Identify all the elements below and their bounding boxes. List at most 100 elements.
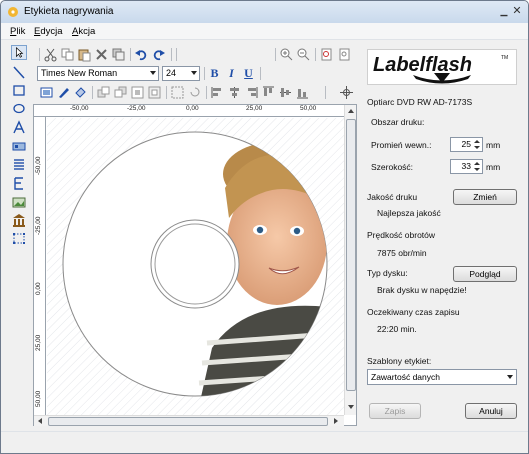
center-on-disc-icon[interactable] — [339, 85, 354, 100]
stepper-down-icon[interactable] — [473, 167, 481, 172]
selection-frame-icon[interactable] — [11, 231, 27, 246]
toolbar-separator — [275, 48, 276, 61]
zoom-in-icon[interactable] — [279, 47, 294, 62]
ellipse-tool-icon[interactable] — [11, 101, 27, 116]
print-quality-label: Jakość druku — [367, 192, 418, 202]
edit-toolbar — [35, 46, 355, 64]
align-center-icon[interactable] — [227, 85, 242, 100]
rectangle-tool-icon[interactable] — [11, 83, 27, 98]
image-tool-icon[interactable] — [11, 195, 27, 210]
width-unit: mm — [486, 162, 501, 172]
pointer-icon[interactable] — [11, 45, 27, 60]
paragraph-tool-icon[interactable] — [11, 176, 27, 191]
inner-radius-label: Promień wewn.: — [371, 140, 432, 150]
window-title: Etykieta nagrywania — [24, 6, 114, 17]
disc-type-label: Typ dysku: — [367, 268, 408, 278]
bold-button[interactable]: B — [207, 66, 222, 81]
align-left-icon[interactable] — [210, 85, 225, 100]
menu-edycja[interactable]: Edycja — [34, 26, 63, 37]
toolbar-separator — [130, 48, 131, 61]
undo-icon[interactable] — [134, 47, 149, 62]
paste-icon[interactable] — [77, 47, 92, 62]
bring-forward-icon[interactable] — [96, 85, 111, 100]
estimated-time-label: Oczekiwany czas zapisu — [367, 307, 460, 317]
italic-button[interactable]: I — [224, 66, 239, 81]
horizontal-ruler: -50,00 -25,00 0,00 25,00 50,00 — [34, 105, 344, 117]
width-label: Szerokość: — [371, 162, 414, 172]
list-tool-icon[interactable] — [11, 157, 27, 172]
ruler-tick-label: -50,00 — [70, 105, 89, 112]
scroll-down-icon[interactable] — [348, 405, 354, 409]
building-icon[interactable] — [11, 213, 27, 228]
ruler-tick-label: 25,00 — [246, 105, 263, 112]
actual-size-icon[interactable] — [337, 47, 352, 62]
width-value: 33 — [461, 161, 471, 171]
horizontal-scrollbar[interactable] — [34, 415, 344, 426]
width-stepper[interactable]: 33 — [450, 159, 483, 174]
rotation-speed-label: Prędkość obrotów — [367, 230, 436, 240]
underline-button[interactable]: U — [241, 66, 256, 81]
menu-bar: Plik Edycja Akcja — [1, 23, 528, 40]
delete-icon[interactable] — [94, 47, 109, 62]
vertical-scroll-thumb[interactable] — [346, 119, 356, 391]
rotate-icon[interactable] — [187, 85, 202, 100]
menu-akcja[interactable]: Akcja — [72, 26, 95, 37]
close-icon[interactable]: ✕ — [511, 6, 523, 18]
scroll-left-icon[interactable] — [38, 418, 42, 424]
bring-to-front-icon[interactable] — [130, 85, 145, 100]
chevron-down-icon — [507, 375, 513, 379]
align-middle-icon[interactable] — [278, 85, 293, 100]
preview-button[interactable]: Podgląd — [453, 266, 517, 282]
menu-plik[interactable]: Plik — [10, 26, 25, 37]
group-icon[interactable] — [170, 85, 185, 100]
zoom-out-icon[interactable] — [296, 47, 311, 62]
label-canvas[interactable] — [47, 118, 344, 415]
scroll-up-icon[interactable] — [348, 109, 354, 113]
line-tool-icon[interactable] — [11, 65, 27, 80]
disc-type-value: Brak dysku w napędzie! — [377, 285, 467, 295]
font-size-select[interactable]: 24 — [162, 66, 200, 81]
stepper-up-icon[interactable] — [473, 161, 481, 166]
toolbar-separator — [315, 48, 316, 61]
duplicate-icon[interactable] — [111, 47, 126, 62]
title-bar: Etykieta nagrywania ▁ ✕ — [1, 1, 528, 23]
labelflash-logo-mark: Labelflash TM — [373, 54, 508, 84]
svg-text:TM: TM — [501, 55, 508, 61]
inner-radius-stepper[interactable]: 25 — [450, 137, 483, 152]
fill-color-icon[interactable] — [39, 85, 54, 100]
ruler-tick-label: 25,00 — [35, 334, 42, 351]
copy-icon[interactable] — [60, 47, 75, 62]
minimize-icon[interactable]: ▁ — [498, 6, 510, 18]
save-button[interactable]: Zapis — [369, 403, 421, 419]
send-to-back-icon[interactable] — [147, 85, 162, 100]
fit-page-icon[interactable] — [319, 47, 334, 62]
scroll-right-icon[interactable] — [334, 418, 338, 424]
print-settings-panel: Labelflash TM Optiarc DVD RW AD-7173S Ob… — [361, 45, 523, 427]
cancel-button[interactable]: Anuluj — [465, 403, 517, 419]
align-bottom-icon[interactable] — [295, 85, 310, 100]
horizontal-scroll-thumb[interactable] — [48, 417, 328, 426]
stepper-up-icon[interactable] — [473, 139, 481, 144]
text-format-toolbar: Times New Roman 24 B I U — [35, 65, 355, 83]
text-box-tool-icon[interactable] — [11, 139, 27, 154]
svg-text:Labelflash: Labelflash — [373, 54, 472, 76]
font-family-select[interactable]: Times New Roman — [37, 66, 159, 81]
cut-icon[interactable] — [43, 47, 58, 62]
align-top-icon[interactable] — [261, 85, 276, 100]
inner-radius-unit: mm — [486, 140, 501, 150]
paint-bucket-icon[interactable] — [73, 85, 88, 100]
stepper-down-icon[interactable] — [473, 145, 481, 150]
send-backward-icon[interactable] — [113, 85, 128, 100]
toolbar-separator — [204, 67, 205, 80]
pen-color-icon[interactable] — [56, 85, 71, 100]
change-quality-button[interactable]: Zmień — [453, 189, 517, 205]
text-arc-tool-icon[interactable] — [11, 120, 27, 135]
ruler-tick-label: 50,00 — [35, 390, 42, 407]
estimated-time-value: 22:20 min. — [377, 324, 417, 334]
redo-icon[interactable] — [151, 47, 166, 62]
toolbar-separator — [166, 86, 167, 99]
align-right-icon[interactable] — [244, 85, 259, 100]
vertical-scrollbar[interactable] — [344, 105, 356, 415]
toolbar-separator — [325, 86, 326, 99]
templates-select[interactable]: Zawartość danych — [367, 369, 517, 385]
